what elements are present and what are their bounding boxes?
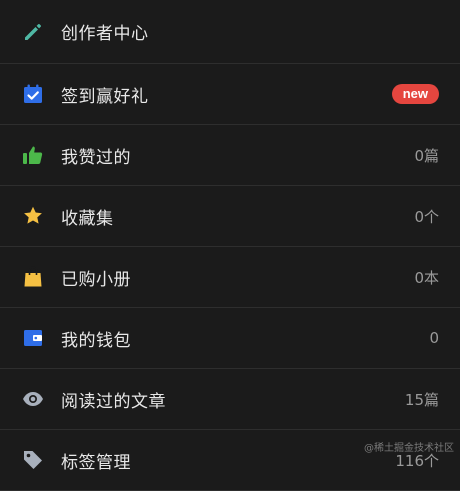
menu-item-label: 我的钱包 [61, 330, 131, 351]
menu-item-label: 创作者中心 [61, 24, 149, 44]
menu-item-label: 阅读过的文章 [61, 391, 166, 412]
wallet-icon [22, 327, 44, 349]
menu-item-read-articles[interactable]: 阅读过的文章 15篇 [0, 369, 460, 430]
shopping-bag-icon [22, 266, 44, 288]
pencil-icon [22, 21, 44, 43]
thumbs-up-icon [22, 144, 44, 166]
new-badge: new [391, 84, 439, 104]
collections-count: 0个 [414, 207, 439, 226]
calendar-check-icon [22, 83, 44, 105]
menu-item-label: 标签管理 [61, 452, 131, 473]
read-articles-count: 15篇 [404, 390, 439, 409]
menu-item-purchased-booklets[interactable]: 已购小册 0本 [0, 247, 460, 308]
menu-item-wallet[interactable]: 我的钱包 0 [0, 308, 460, 369]
liked-count: 0篇 [414, 146, 439, 165]
menu-item-label: 已购小册 [61, 269, 131, 290]
star-icon [22, 205, 44, 227]
settings-menu-list: 创作者中心 签到赢好礼 new 我赞过的 0篇 收藏集 0个 已购小册 0本 我… [0, 0, 460, 491]
menu-item-liked[interactable]: 我赞过的 0篇 [0, 125, 460, 186]
menu-item-creator-center[interactable]: 创作者中心 [0, 0, 460, 64]
tag-icon [22, 449, 44, 471]
menu-item-label: 我赞过的 [61, 147, 131, 168]
menu-item-label: 签到赢好礼 [61, 86, 149, 107]
menu-item-check-in[interactable]: 签到赢好礼 new [0, 64, 460, 125]
watermark: @稀土掘金技术社区 [364, 443, 454, 454]
booklets-count: 0本 [414, 268, 439, 287]
wallet-balance: 0 [429, 329, 439, 347]
eye-icon [22, 388, 44, 410]
menu-item-collections[interactable]: 收藏集 0个 [0, 186, 460, 247]
menu-item-label: 收藏集 [61, 208, 114, 229]
